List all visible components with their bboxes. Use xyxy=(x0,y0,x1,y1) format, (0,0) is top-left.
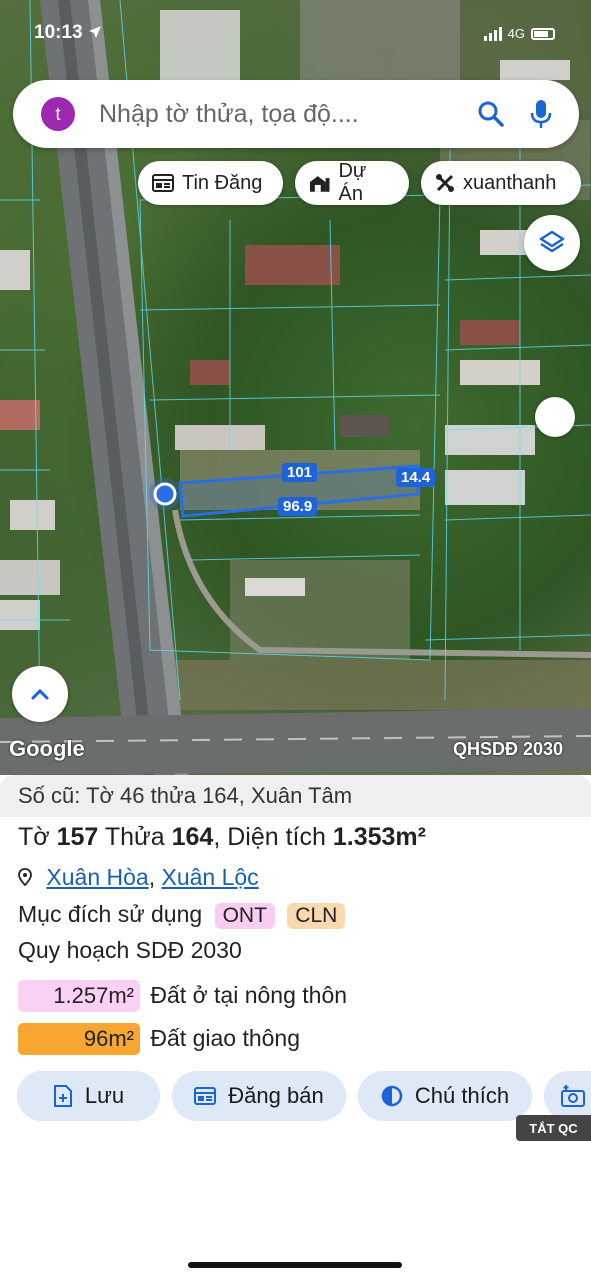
save-button[interactable]: Lưu xyxy=(17,1071,160,1121)
location-pin-icon xyxy=(18,868,32,887)
parcel-dim-bottom: 96.9 xyxy=(278,497,318,516)
chip-label: Dự Án xyxy=(338,160,367,205)
plan-item: 96m² Đất giao thông xyxy=(18,1023,300,1055)
parcel-dim-right: 14.4 xyxy=(396,468,436,487)
parcel-dim-top: 101 xyxy=(282,463,318,482)
plan-area-value: 1.257m² xyxy=(18,980,140,1012)
network-label: 4G xyxy=(507,26,525,41)
home-indicator[interactable] xyxy=(188,1262,402,1268)
location-arrow-icon xyxy=(88,26,101,38)
land-use-tag-ont: ONT xyxy=(214,903,275,929)
old-parcel-info: Số cũ: Tờ 46 thửa 164, Xuân Tâm xyxy=(0,775,591,817)
parcel-info-panel: Số cũ: Tờ 46 thửa 164, Xuân Tâm Tờ 157 T… xyxy=(0,775,591,1280)
tools-icon xyxy=(436,174,454,192)
land-use-row: Mục đích sử dụng ONT CLN xyxy=(18,901,346,929)
plan-desc: Đất ở tại nông thôn xyxy=(150,982,348,1008)
expand-panel-button[interactable] xyxy=(12,666,68,722)
microphone-icon[interactable] xyxy=(521,94,561,134)
battery-icon xyxy=(531,27,555,40)
land-use-tag-cln: CLN xyxy=(287,903,346,929)
button-label: Lưu xyxy=(84,1083,125,1108)
contrast-icon xyxy=(381,1085,403,1107)
layers-icon xyxy=(539,230,565,253)
listing-icon xyxy=(194,1087,217,1105)
save-icon xyxy=(53,1085,72,1107)
chip-label: xuanthanh xyxy=(463,171,557,194)
google-logo: Google xyxy=(9,736,85,761)
overlay-label: QHSDĐ 2030 xyxy=(453,739,564,759)
side-handle-button[interactable] xyxy=(535,397,575,437)
button-label: Đăng bán xyxy=(228,1083,324,1108)
layers-button[interactable] xyxy=(524,215,580,271)
status-indicators: 4G xyxy=(483,26,555,41)
plan-area-value: 96m² xyxy=(18,1023,140,1055)
signal-icon xyxy=(483,26,502,41)
commune-link[interactable]: Xuân Hòa xyxy=(46,864,148,890)
parcel-area: 1.353m² xyxy=(332,823,426,851)
search-input[interactable]: Nhập tờ thửa, tọa độ.... xyxy=(99,100,471,129)
post-for-sale-button[interactable]: Đăng bán xyxy=(172,1071,346,1121)
plan-desc: Đất giao thông xyxy=(150,1025,301,1051)
button-label: Chú thích xyxy=(414,1083,510,1108)
chip-tin-dang[interactable]: Tin Đăng xyxy=(138,161,283,205)
chevron-up-icon xyxy=(31,688,49,700)
status-time: 10:13 xyxy=(34,22,102,44)
ads-off-button[interactable]: TẮT QC xyxy=(516,1115,591,1141)
chip-xuanthanh[interactable]: xuanthanh xyxy=(421,161,581,205)
camera-button[interactable] xyxy=(544,1071,591,1121)
district-link[interactable]: Xuân Lộc xyxy=(161,864,258,890)
news-icon xyxy=(152,174,174,192)
map-view[interactable]: 101 14.4 96.9 10:13 4G t Nhập tờ thửa, t… xyxy=(0,0,591,775)
plot-number: 164 xyxy=(171,823,214,851)
chip-du-an[interactable]: Dự Án xyxy=(295,160,409,205)
plan-item: 1.257m² Đất ở tại nông thôn xyxy=(18,980,347,1012)
search-icon[interactable] xyxy=(471,94,511,134)
camera-add-icon xyxy=(561,1085,585,1107)
search-bar[interactable]: t Nhập tờ thửa, tọa độ.... xyxy=(13,80,579,148)
avatar[interactable]: t xyxy=(41,97,75,131)
location-row: Xuân Hòa, Xuân Lộc xyxy=(18,864,259,891)
sheet-number: 157 xyxy=(56,823,99,851)
plan-title: Quy hoạch SDĐ 2030 xyxy=(18,937,242,963)
parcel-title: Tờ 157 Thửa 164, Diện tích 1.353m² xyxy=(18,823,426,851)
chip-label: Tin Đăng xyxy=(182,171,263,194)
legend-button[interactable]: Chú thích xyxy=(358,1071,532,1121)
building-icon xyxy=(309,176,330,192)
